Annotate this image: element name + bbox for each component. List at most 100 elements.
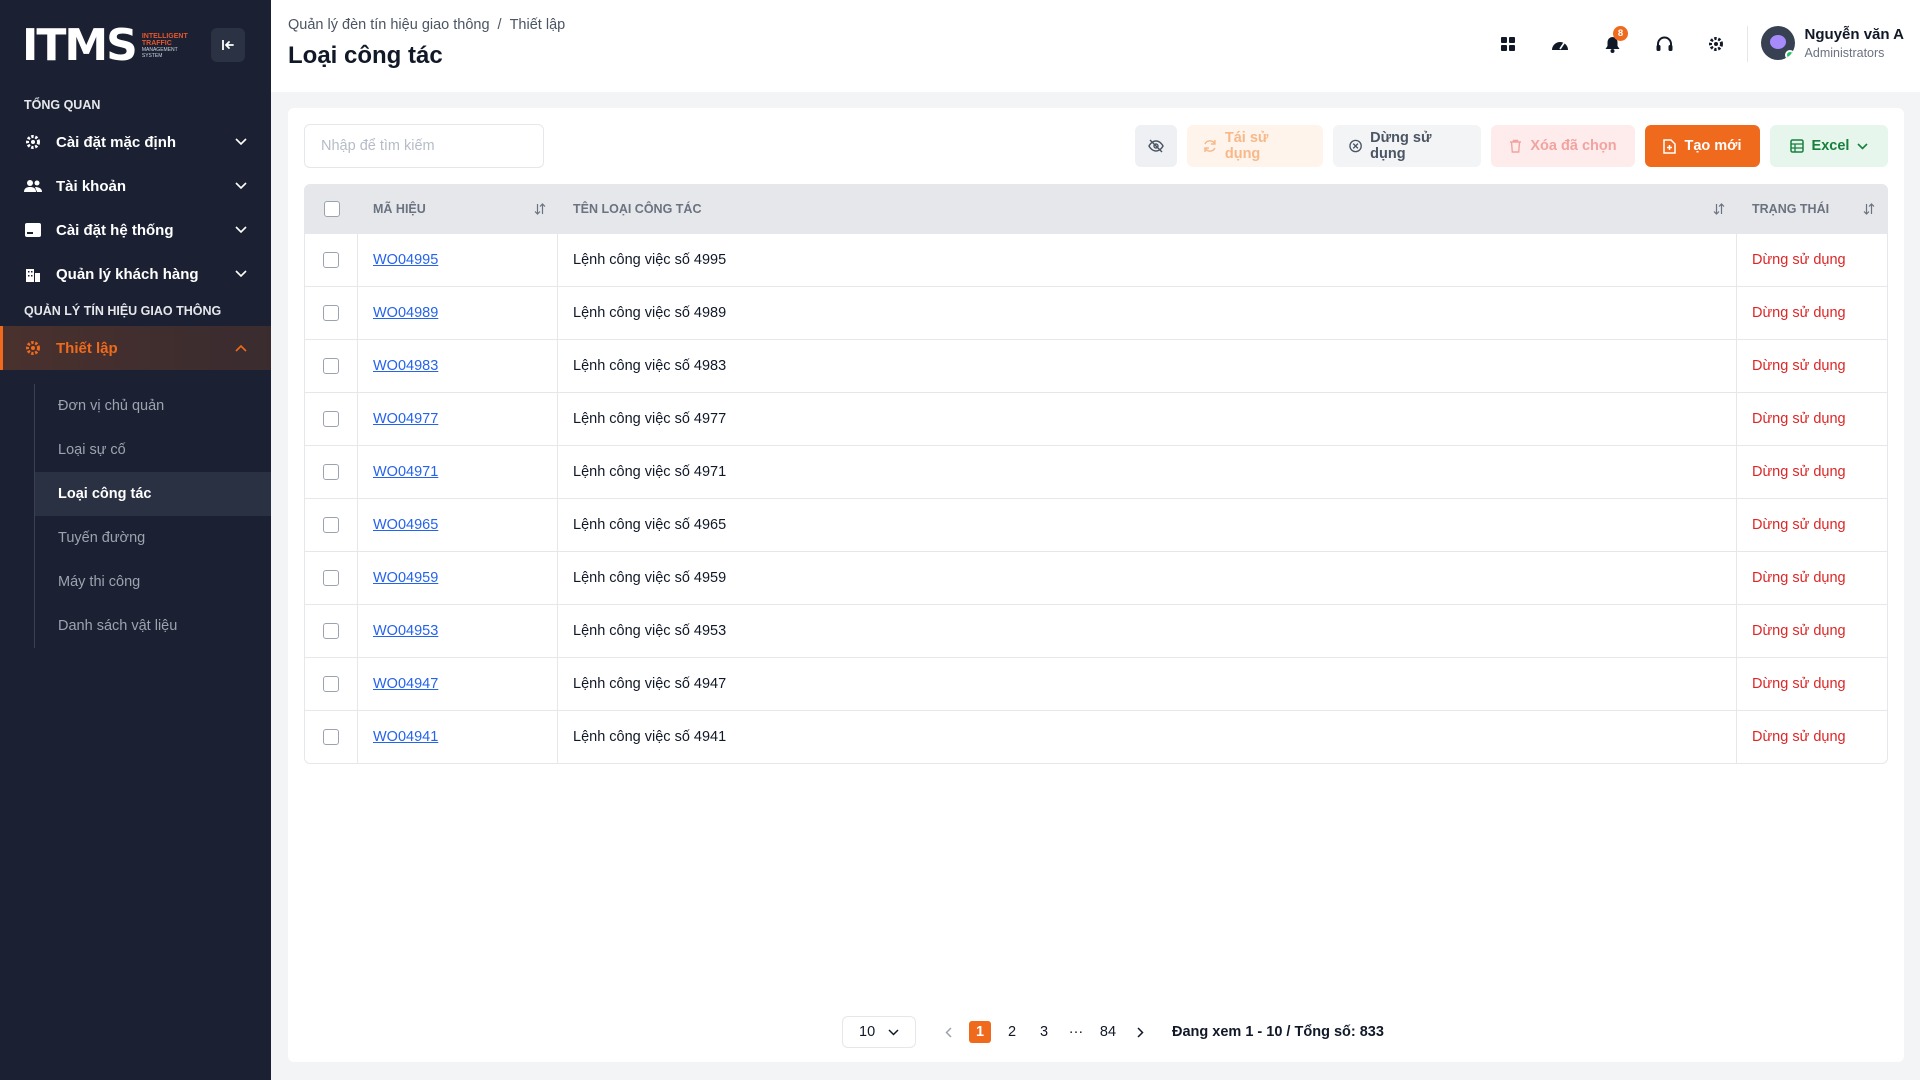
- support-button[interactable]: [1650, 30, 1678, 58]
- code-link[interactable]: WO04947: [373, 676, 438, 692]
- sort-icon[interactable]: [534, 203, 546, 215]
- submenu-item-materials[interactable]: Danh sách vật liệu: [35, 604, 271, 648]
- row-checkbox[interactable]: [323, 411, 339, 427]
- sidebar-item-accounts[interactable]: Tài khoản: [0, 164, 271, 208]
- name-cell: Lệnh công việc số 4971: [558, 446, 1737, 498]
- sort-icon[interactable]: [1713, 203, 1725, 215]
- select-all-checkbox[interactable]: [323, 201, 340, 217]
- code-link[interactable]: WO04971: [373, 464, 438, 480]
- sidebar-item-label: Tài khoản: [56, 177, 127, 195]
- row-checkbox-cell: [305, 393, 358, 445]
- dashboard-button[interactable]: [1546, 30, 1574, 58]
- code-cell: WO04959: [358, 552, 558, 604]
- page-size-value: 10: [859, 1024, 876, 1040]
- name-cell: Lệnh công việc số 4995: [558, 234, 1737, 286]
- submenu-item-machines[interactable]: Máy thi công: [35, 560, 271, 604]
- sidebar-item-label: Cài đặt mặc định: [56, 133, 177, 151]
- notification-badge: 8: [1613, 26, 1628, 41]
- code-cell: WO04995: [358, 234, 558, 286]
- code-link[interactable]: WO04977: [373, 411, 438, 427]
- select-all-cell: [305, 185, 358, 233]
- code-link[interactable]: WO04983: [373, 358, 438, 374]
- user-name: Nguyễn văn A: [1804, 26, 1904, 43]
- sidebar-item-system-settings[interactable]: Cài đặt hệ thống: [0, 208, 271, 252]
- logo-sub-line: SYSTEM: [141, 53, 163, 59]
- status-cell: Dừng sử dụng: [1752, 464, 1846, 480]
- code-link[interactable]: WO04941: [373, 729, 438, 745]
- row-checkbox[interactable]: [323, 517, 339, 533]
- row-checkbox[interactable]: [323, 729, 339, 745]
- code-link[interactable]: WO04953: [373, 623, 438, 639]
- code-link[interactable]: WO04989: [373, 305, 438, 321]
- column-header-code[interactable]: MÃ HIỆU: [358, 185, 558, 233]
- name-cell: Lệnh công việc số 4977: [558, 393, 1737, 445]
- stop-using-button[interactable]: Dừng sử dụng: [1333, 125, 1481, 167]
- code-link[interactable]: WO04965: [373, 517, 438, 533]
- row-checkbox-cell: [305, 287, 358, 339]
- reuse-button-label: Tái sử dụng: [1224, 130, 1269, 162]
- row-checkbox-cell: [305, 340, 358, 392]
- row-checkbox[interactable]: [323, 570, 339, 586]
- page-button-1[interactable]: 1: [969, 1021, 991, 1043]
- status-cell: Dừng sử dụng: [1752, 676, 1846, 692]
- sort-icon[interactable]: [1863, 203, 1875, 215]
- submenu-item-incident-type[interactable]: Loại sự cố: [35, 428, 271, 472]
- prev-page-button[interactable]: [937, 1021, 959, 1043]
- search-input[interactable]: [304, 124, 544, 168]
- toggle-visibility-button[interactable]: [1135, 125, 1177, 167]
- page-size-select[interactable]: 10: [842, 1016, 916, 1048]
- user-menu[interactable]: Nguyễn văn A Administrators: [1760, 26, 1904, 60]
- chevron-down-icon: [235, 138, 247, 146]
- delete-selected-button-label: Xóa đã chọn: [1530, 138, 1617, 154]
- page-ellipsis[interactable]: ···: [1065, 1021, 1087, 1043]
- content-card: Tái sử dụng Dừng sử dụng Xóa đã chọn Tạo…: [288, 108, 1904, 1062]
- row-checkbox-cell: [305, 499, 358, 551]
- excel-export-button[interactable]: Excel: [1770, 125, 1888, 167]
- create-new-button[interactable]: Tạo mới: [1645, 125, 1760, 167]
- header: Quản lý đèn tín hiệu giao thông / Thiết …: [271, 0, 1920, 92]
- settings-button[interactable]: [1702, 30, 1730, 58]
- sidebar-item-setup[interactable]: Thiết lập: [0, 326, 271, 370]
- users-icon: [24, 177, 42, 195]
- row-checkbox[interactable]: [323, 676, 339, 692]
- logo-sub-line: INTELLIGENT: [141, 33, 188, 40]
- submenu-item-owner-unit[interactable]: Đơn vị chủ quản: [35, 384, 271, 428]
- reuse-button[interactable]: Tái sử dụng: [1187, 125, 1323, 167]
- column-header-name[interactable]: TÊN LOẠI CÔNG TÁC: [558, 185, 1737, 233]
- submenu-item-routes[interactable]: Tuyến đường: [35, 516, 271, 560]
- gear-icon: [24, 339, 42, 357]
- logo-sub-line: TRAFFIC: [141, 40, 172, 47]
- collapse-sidebar-button[interactable]: [211, 28, 245, 62]
- logo-row: ITMS INTELLIGENT TRAFFIC MANAGEMENT SYST…: [0, 0, 271, 90]
- page-button-last[interactable]: 84: [1097, 1021, 1119, 1043]
- row-checkbox[interactable]: [323, 464, 339, 480]
- row-checkbox[interactable]: [323, 358, 339, 374]
- collapse-left-icon: [222, 40, 234, 50]
- row-checkbox[interactable]: [323, 252, 339, 268]
- sidebar-item-default-settings[interactable]: Cài đặt mặc định: [0, 120, 271, 164]
- row-checkbox[interactable]: [323, 623, 339, 639]
- logo-mark: ITMS: [22, 20, 138, 71]
- next-page-button[interactable]: [1129, 1021, 1151, 1043]
- table-row: WO04995 Lệnh công việc số 4995 Dừng sử d…: [305, 233, 1887, 286]
- row-checkbox[interactable]: [323, 305, 339, 321]
- pagination-info: Đang xem 1 - 10 / Tổng số: 833: [1172, 1024, 1384, 1040]
- code-link[interactable]: WO04995: [373, 252, 438, 268]
- breadcrumb-parent[interactable]: Quản lý đèn tín hiệu giao thông: [288, 17, 490, 33]
- table-row: WO04947 Lệnh công việc số 4947 Dừng sử d…: [305, 657, 1887, 710]
- code-link[interactable]: WO04959: [373, 570, 438, 586]
- user-role: Administrators: [1804, 46, 1885, 60]
- page-button-2[interactable]: 2: [1001, 1021, 1023, 1043]
- table-row: WO04977 Lệnh công việc số 4977 Dừng sử d…: [305, 392, 1887, 445]
- page-button-3[interactable]: 3: [1033, 1021, 1055, 1043]
- apps-grid-button[interactable]: [1494, 30, 1522, 58]
- code-cell: WO04947: [358, 658, 558, 710]
- submenu-item-work-type[interactable]: Loại công tác: [35, 472, 271, 516]
- sidebar-item-customers[interactable]: Quản lý khách hàng: [0, 252, 271, 296]
- breadcrumb-separator: /: [497, 17, 502, 33]
- status-cell: Dừng sử dụng: [1752, 411, 1846, 427]
- delete-selected-button[interactable]: Xóa đã chọn: [1491, 125, 1635, 167]
- notifications-button[interactable]: 8: [1598, 26, 1628, 58]
- column-header-status[interactable]: TRẠNG THÁI: [1737, 185, 1887, 233]
- logo-subtitle: INTELLIGENT TRAFFIC MANAGEMENT SYSTEM: [142, 33, 188, 59]
